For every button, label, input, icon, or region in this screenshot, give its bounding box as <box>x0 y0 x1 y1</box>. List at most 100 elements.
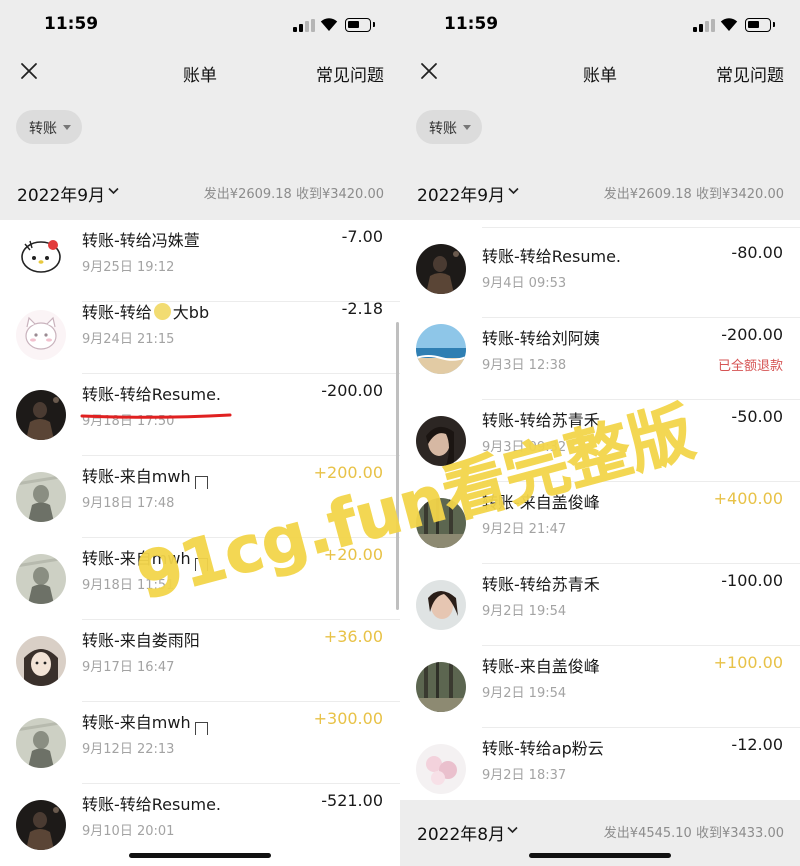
transaction-amount: +200.00 <box>313 463 383 482</box>
month-summary: 发出¥4545.10 收到¥3433.00 <box>603 826 784 841</box>
transaction-row[interactable]: 转账-转给 大bb 9月24日 21:15 -2.18 <box>0 292 400 374</box>
transaction-amount: +100.00 <box>713 653 783 672</box>
month-header: 2022年9月 发出¥2609.18 收到¥3420.00 <box>400 162 800 220</box>
type-filter-dropdown[interactable]: 转账 <box>16 110 82 144</box>
transaction-title: 转账-转给苏青禾 <box>482 411 600 430</box>
transaction-date: 9月2日 19:54 <box>482 604 567 619</box>
transaction-title: 转账-转给Resume. <box>82 795 222 814</box>
avatar <box>16 390 66 440</box>
month-selector[interactable]: 2022年9月 <box>417 181 505 206</box>
transaction-row[interactable]: 转账-来自娄雨阳 9月17日 16:47 +36.00 <box>0 620 400 702</box>
transaction-title: 转账-来自mwh <box>82 545 208 571</box>
transaction-amount: -200.00 <box>321 381 383 400</box>
transaction-amount: -2.18 <box>341 299 383 318</box>
transaction-title: 转账-转给刘阿姨 <box>482 329 600 348</box>
transaction-date: 9月4日 09:53 <box>482 276 567 291</box>
avatar <box>416 324 466 374</box>
transaction-row[interactable]: 转账-来自mwh 9月12日 22:13 +300.00 <box>0 702 400 784</box>
transaction-title: 转账-来自盖俊峰 <box>482 657 600 676</box>
transaction-date: 9月3日 09:32 <box>482 440 567 455</box>
home-indicator[interactable] <box>529 853 671 858</box>
chevron-down-icon[interactable] <box>507 184 520 197</box>
battery-icon <box>345 18 375 32</box>
month-selector[interactable]: 2022年8月 <box>417 820 505 845</box>
wifi-icon <box>320 18 338 31</box>
home-indicator[interactable] <box>129 853 271 858</box>
transaction-amount: +300.00 <box>313 709 383 728</box>
cellular-signal-icon <box>293 19 315 32</box>
transaction-row[interactable]: 转账-转给苏青禾 9月3日 09:32 -50.00 <box>400 400 800 482</box>
filter-bar: 转账 <box>400 96 800 162</box>
transaction-row[interactable]: 转账-转给Resume. 9月4日 09:53 -80.00 <box>400 236 800 318</box>
avatar <box>16 230 66 280</box>
status-bar: 11:59 <box>0 0 400 48</box>
nav-bar: 账单 常见问题 <box>0 48 400 96</box>
transaction-date: 9月18日 17:48 <box>82 496 175 511</box>
avatar <box>416 662 466 712</box>
transaction-row[interactable]: 转账-来自盖俊峰 9月2日 21:47 +400.00 <box>400 482 800 564</box>
nav-bar: 账单 常见问题 <box>400 48 800 96</box>
smiley-emoji-icon <box>153 303 171 320</box>
transaction-amount: +36.00 <box>323 627 383 646</box>
type-filter-dropdown[interactable]: 转账 <box>416 110 482 144</box>
transaction-title: 转账-转给Resume. <box>482 247 622 266</box>
transaction-date: 9月18日 11:51 <box>82 578 175 593</box>
avatar <box>416 416 466 466</box>
right-screen: 11:59 账单 常见问题 转账 2022年9月 发出¥2609.18 收到¥3… <box>400 0 800 866</box>
transaction-list: 转账-转给冯姝萱 9月25日 19:12 -7.00 转账-转给 大bb 9月24… <box>0 220 400 866</box>
transaction-date: 9月3日 12:38 <box>482 358 567 373</box>
transaction-row[interactable]: 转账-来自mwh 9月18日 11:51 +20.00 <box>0 538 400 620</box>
transaction-amount: -100.00 <box>721 571 783 590</box>
status-time: 11:59 <box>444 14 499 34</box>
cellular-signal-icon <box>693 19 715 32</box>
status-time: 11:59 <box>44 14 99 34</box>
avatar <box>16 800 66 850</box>
chevron-down-icon[interactable] <box>107 184 120 197</box>
transaction-title: 转账-来自盖俊峰 <box>482 493 600 512</box>
transaction-date: 9月17日 16:47 <box>82 660 175 675</box>
transaction-list: 转账-转给Resume. 9月4日 09:53 -80.00 转账-转给刘阿姨 … <box>400 220 800 866</box>
transaction-row[interactable]: 转账-转给ap粉云 9月2日 18:37 -12.00 <box>400 728 800 810</box>
unsupported-glyph <box>194 476 208 489</box>
transaction-date: 9月10日 20:01 <box>82 824 175 839</box>
transaction-amount: -50.00 <box>731 407 783 426</box>
transaction-title: 转账-转给冯姝萱 <box>82 231 200 250</box>
transaction-row[interactable]: 转账-来自盖俊峰 9月2日 19:54 +100.00 <box>400 646 800 728</box>
scrollbar[interactable] <box>396 322 399 610</box>
faq-link[interactable]: 常见问题 <box>316 61 384 86</box>
transaction-date: 9月2日 18:37 <box>482 768 567 783</box>
transaction-amount: -200.00 <box>721 325 783 344</box>
wifi-icon <box>720 18 738 31</box>
transaction-title: 转账-转给苏青禾 <box>482 575 600 594</box>
transaction-row[interactable]: 转账-来自mwh 9月18日 17:48 +200.00 <box>0 456 400 538</box>
month-summary: 发出¥2609.18 收到¥3420.00 <box>203 187 384 202</box>
transaction-title: 转账-转给Resume. <box>82 385 222 404</box>
transaction-amount: -7.00 <box>341 227 383 246</box>
transaction-amount: -521.00 <box>321 791 383 810</box>
refund-status: 已全额退款 <box>717 359 783 374</box>
transaction-date: 9月2日 19:54 <box>482 686 567 701</box>
red-underline-annotation <box>80 413 232 419</box>
transaction-row[interactable]: 转账-转给冯姝萱 9月25日 19:12 -7.00 <box>0 220 400 302</box>
transaction-date: 9月2日 21:47 <box>482 522 567 537</box>
caret-down-icon <box>63 125 71 130</box>
unsupported-glyph <box>194 558 208 571</box>
avatar <box>16 472 66 522</box>
type-filter-label: 转账 <box>29 121 57 137</box>
month-summary: 发出¥2609.18 收到¥3420.00 <box>603 187 784 202</box>
chevron-down-icon[interactable] <box>506 823 519 836</box>
faq-link[interactable]: 常见问题 <box>716 61 784 86</box>
divider <box>482 227 800 228</box>
filter-bar: 转账 <box>0 96 400 162</box>
month-selector[interactable]: 2022年9月 <box>17 181 105 206</box>
type-filter-label: 转账 <box>429 121 457 137</box>
transaction-title: 转账-来自娄雨阳 <box>82 631 200 650</box>
avatar <box>16 310 66 360</box>
transaction-row[interactable]: 转账-转给刘阿姨 9月3日 12:38 -200.00 已全额退款 <box>400 318 800 400</box>
caret-down-icon <box>463 125 471 130</box>
left-screen: 11:59 账单 常见问题 转账 2022年9月 发出¥2609.18 收到¥3… <box>0 0 400 866</box>
transaction-amount: +20.00 <box>323 545 383 564</box>
status-bar: 11:59 <box>400 0 800 48</box>
transaction-row[interactable]: 转账-转给苏青禾 9月2日 19:54 -100.00 <box>400 564 800 646</box>
transaction-date: 9月24日 21:15 <box>82 332 175 347</box>
